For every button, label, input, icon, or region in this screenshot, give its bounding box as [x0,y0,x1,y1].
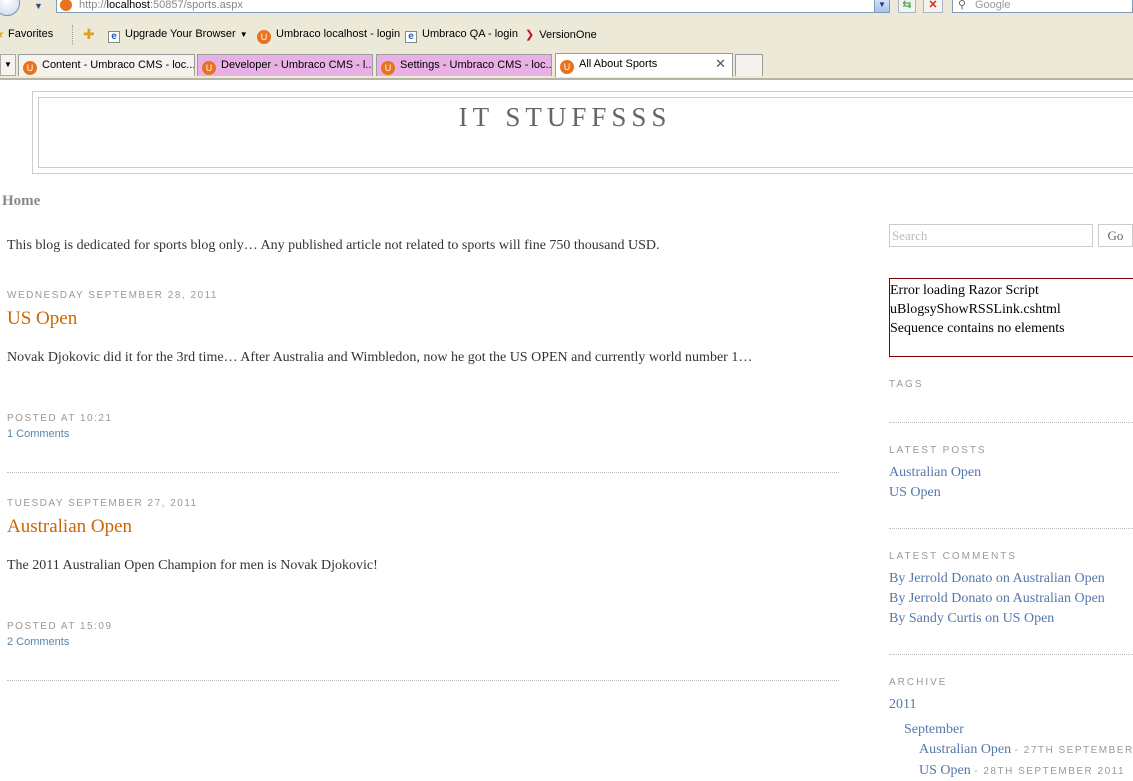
post-time: POSTED AT 10:21 [7,413,113,424]
sidebar-divider [889,654,1133,655]
blog-intro: This blog is dedicated for sports blog o… [7,238,660,253]
archive-year-link[interactable]: 2011 [889,697,916,713]
tab-label: Settings - Umbraco CMS - loc... [400,59,552,71]
close-icon[interactable]: ✕ [715,54,726,74]
chevron-down-icon: ▼ [239,30,248,39]
post-title-link[interactable]: US Open [7,308,77,330]
sidebar-divider [889,422,1133,423]
address-bar[interactable]: http://localhost:50857/sports.aspx [56,0,890,13]
tags-heading: TAGS [889,379,924,390]
url-prefix: http:// [79,0,107,11]
page: IT STUFFSSS Home This blog is dedicated … [0,80,1133,781]
browser-search-input[interactable]: ⚲ Google [952,0,1133,13]
url-host: localhost [106,0,150,11]
search-icon: ⚲ [958,0,967,11]
add-favorite-icon[interactable]: ✚ [83,26,95,43]
post-us-open: WEDNESDAY SEPTEMBER 28, 2011 US Open Nov… [7,290,839,473]
latest-post-link[interactable]: Australian Open [889,465,981,481]
bookmark-label: VersionOne [539,29,597,41]
error-line: uBlogsyShowRSSLink.cshtml [890,302,1061,317]
latest-comment-link[interactable]: By Jerrold Donato on Australian Open [889,571,1105,587]
tab-label: All About Sports [579,58,658,70]
latest-posts-heading: LATEST POSTS [889,445,987,456]
bookmark-upgrade-browser[interactable]: e Upgrade Your Browser ▼ [108,28,248,43]
favorites-button[interactable]: Favorites [8,28,53,40]
tab-bar: ▼ U Content - Umbraco CMS - loc... U Devel… [0,52,1133,78]
archive-month-link[interactable]: September [904,722,964,738]
post-comments-link[interactable]: 2 Comments [7,636,69,648]
umbraco-icon [60,0,72,11]
bookmark-label: Umbraco QA - login [422,28,518,40]
tab-content[interactable]: U Content - Umbraco CMS - loc... [18,54,195,76]
post-body: The 2011 Australian Open Champion for me… [7,558,378,573]
umbraco-icon: U [560,60,574,74]
latest-post-link[interactable]: US Open [889,485,941,501]
address-dropdown-button[interactable]: ▼ [874,0,890,13]
stop-button[interactable]: ✕ [923,0,943,13]
back-button[interactable] [0,0,20,16]
archive-post-link[interactable]: US Open [919,763,971,778]
post-australian-open: TUESDAY SEPTEMBER 27, 2011 Australian Op… [7,498,839,681]
archive-post-item: Australian Open - 27TH SEPTEMBER [919,742,1133,758]
new-tab-button[interactable] [735,54,763,76]
archive-post-link[interactable]: Australian Open [919,742,1011,757]
history-dropdown-icon[interactable]: ▼ [34,1,43,11]
razor-error-box: Error loading Razor Script uBlogsyShowRS… [889,278,1133,357]
refresh-button[interactable]: ⇆ [898,0,916,13]
umbraco-icon: U [202,61,216,75]
umbraco-icon: U [381,61,395,75]
bookmark-umbraco-qa[interactable]: e Umbraco QA - login [405,28,518,43]
favorites-star-icon: ★ [0,28,6,40]
bookmark-label: Upgrade Your Browser [125,28,236,40]
archive-post-date: 27TH SEPTEMBER [1023,745,1133,756]
error-line: Error loading Razor Script [890,283,1039,298]
post-date: TUESDAY SEPTEMBER 27, 2011 [7,498,198,509]
search-go-button[interactable]: Go [1098,224,1133,247]
tab-label: Developer - Umbraco CMS - l... [221,59,373,71]
ie-icon: e [108,31,120,43]
browser-chrome: ▼ http://localhost:50857/sports.aspx ▼ ⇆… [0,0,1133,80]
tab-all-about-sports[interactable]: U All About Sports ✕ [555,53,733,77]
sidebar-divider [889,528,1133,529]
post-divider [7,680,839,681]
post-time: POSTED AT 15:09 [7,621,113,632]
latest-comment-link[interactable]: By Jerrold Donato on Australian Open [889,591,1105,607]
post-date: WEDNESDAY SEPTEMBER 28, 2011 [7,290,218,301]
archive-post-item: US Open - 28TH SEPTEMBER 2011 [919,763,1125,779]
address-row: ▼ http://localhost:50857/sports.aspx ▼ ⇆… [0,0,1133,16]
ie-icon: e [405,31,417,43]
bookmark-versionone[interactable]: ❯ VersionOne [525,28,597,41]
latest-comment-link[interactable]: By Sandy Curtis on US Open [889,611,1054,627]
favorites-bar: ★ Favorites ✚ e Upgrade Your Browser▼ U Um… [0,22,1133,48]
archive-post-date: 28TH SEPTEMBER 2011 [983,766,1126,777]
versionone-icon: ❯ [525,29,535,41]
error-line: Sequence contains no elements [890,321,1065,336]
favorites-divider [72,25,74,45]
post-divider [7,472,839,473]
home-link[interactable]: Home [2,193,40,210]
tab-list-button[interactable]: ▼ [0,54,16,76]
umbraco-icon: U [257,30,271,44]
tab-settings[interactable]: U Settings - Umbraco CMS - loc... [376,54,552,76]
bookmark-umbraco-localhost[interactable]: U Umbraco localhost - login [257,28,400,44]
site-title[interactable]: IT STUFFSSS [0,102,1130,133]
archive-heading: ARCHIVE [889,677,948,688]
post-title-link[interactable]: Australian Open [7,516,132,538]
blog-search-input[interactable]: Search [889,224,1093,247]
tab-developer[interactable]: U Developer - Umbraco CMS - l... [197,54,373,76]
bookmark-label: Umbraco localhost - login [276,28,401,40]
latest-comments-heading: LATEST COMMENTS [889,551,1017,562]
browser-search-placeholder: Google [975,0,1011,11]
url-rest: :50857/sports.aspx [149,0,243,11]
tab-label: Content - Umbraco CMS - loc... [42,59,195,71]
post-body: Novak Djokovic did it for the 3rd time… … [7,350,753,365]
archive-post-separator: - [974,766,984,777]
archive-post-separator: - [1014,745,1024,756]
post-comments-link[interactable]: 1 Comments [7,428,69,440]
umbraco-icon: U [23,61,37,75]
